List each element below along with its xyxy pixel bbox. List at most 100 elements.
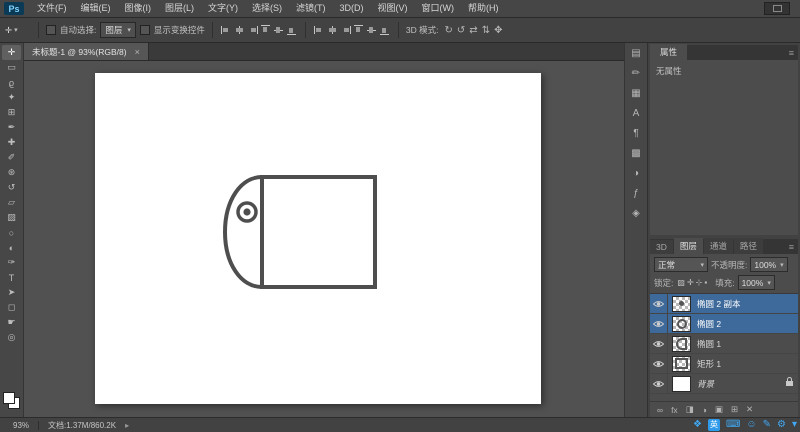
align-bottom-icon[interactable]	[286, 25, 297, 35]
menu-item[interactable]: 选择(S)	[245, 0, 289, 17]
align-right-icon[interactable]	[247, 25, 258, 35]
visibility-cell[interactable]	[650, 294, 668, 313]
distribute-top-icon[interactable]	[353, 25, 364, 35]
dodge-tool[interactable]: ◐	[2, 240, 21, 255]
eye-icon[interactable]	[653, 300, 664, 308]
layer-thumbnail[interactable]	[672, 355, 691, 372]
styles-panel-icon[interactable]: ƒ	[633, 189, 639, 199]
history-brush-tool[interactable]: ↺	[2, 180, 21, 195]
layer-style-icon[interactable]: fx	[671, 405, 678, 415]
distribute-vcenter-icon[interactable]	[366, 25, 377, 35]
menu-item[interactable]: 窗口(W)	[415, 0, 462, 17]
ime-logo-icon[interactable]: ❖	[693, 419, 702, 431]
align-hcenter-icon[interactable]	[234, 25, 245, 35]
3d-slide-icon[interactable]: ⇅	[482, 25, 490, 36]
eyedropper-tool[interactable]: ✒	[2, 120, 21, 135]
ime-keyboard-icon[interactable]: ⌨	[726, 419, 740, 431]
distribute-right-icon[interactable]	[340, 25, 351, 35]
align-vcenter-icon[interactable]	[273, 25, 284, 35]
eye-icon[interactable]	[653, 380, 664, 388]
swatches-panel-icon[interactable]: ▩	[631, 149, 640, 159]
close-icon[interactable]: ×	[135, 47, 140, 57]
blur-tool[interactable]: ○	[2, 225, 21, 240]
3d-drag-icon[interactable]: ⇄	[469, 25, 477, 36]
brush-tool[interactable]: ✐	[2, 150, 21, 165]
eye-icon[interactable]	[653, 340, 664, 348]
type-tool[interactable]: T	[2, 270, 21, 285]
visibility-cell[interactable]	[650, 354, 668, 373]
panel-menu-icon[interactable]: ≡	[789, 48, 798, 60]
tab-图层[interactable]: 图层	[673, 238, 703, 254]
menu-item[interactable]: 文件(F)	[30, 0, 74, 17]
align-left-icon[interactable]	[220, 25, 232, 35]
menu-item[interactable]: 3D(D)	[333, 0, 371, 17]
show-transform-checkbox[interactable]	[139, 25, 150, 35]
visibility-cell[interactable]	[650, 334, 668, 353]
lock-all-icon[interactable]: ▪	[704, 278, 707, 287]
marquee-tool[interactable]: ▭	[2, 60, 21, 75]
menu-item[interactable]: 编辑(E)	[74, 0, 118, 17]
tab-3D[interactable]: 3D	[650, 240, 673, 254]
adjustment-layer-icon[interactable]: ◑	[702, 405, 707, 415]
distribute-hcenter-icon[interactable]	[327, 25, 338, 35]
ime-settings-icon[interactable]: ⚙	[777, 419, 786, 431]
foreground-color-swatch[interactable]	[3, 392, 15, 404]
character-panel-icon[interactable]: A	[633, 109, 640, 119]
layer-group-icon[interactable]: ▣	[715, 404, 723, 415]
layer-row[interactable]: 椭圆 1	[650, 334, 798, 354]
link-layers-icon[interactable]: ∞	[657, 405, 663, 415]
clone-stamp-tool[interactable]: ⊛	[2, 165, 21, 180]
eraser-tool[interactable]: ▱	[2, 195, 21, 210]
ime-more-icon[interactable]: ▾	[792, 419, 797, 431]
history-panel-icon[interactable]: ▤	[631, 49, 640, 59]
clone-source-panel-icon[interactable]: ▦	[631, 89, 640, 99]
menu-item[interactable]: 文字(Y)	[201, 0, 245, 17]
blend-mode-dropdown[interactable]: 正常 ▾	[654, 257, 708, 272]
3d-scale-icon[interactable]: ✥	[494, 25, 502, 36]
distribute-left-icon[interactable]	[313, 25, 325, 35]
color-swatches[interactable]	[3, 392, 20, 409]
eye-icon[interactable]	[653, 360, 664, 368]
auto-select-checkbox[interactable]	[46, 25, 56, 35]
tab-通道[interactable]: 通道	[703, 238, 733, 254]
layer-thumbnail[interactable]	[672, 375, 691, 392]
lock-transparency-icon[interactable]: ▨	[677, 278, 685, 287]
shape-tool[interactable]: ◻	[2, 300, 21, 315]
quick-selection-tool[interactable]: ✦	[2, 90, 21, 105]
lock-pixels-icon[interactable]: ✛	[687, 278, 694, 287]
brush-panel-icon[interactable]: ✏	[632, 69, 640, 79]
layer-row[interactable]: 椭圆 2 副本	[650, 294, 798, 314]
ime-emoji-icon[interactable]: ☺	[746, 419, 756, 431]
layer-thumbnail[interactable]	[672, 295, 691, 312]
delete-layer-icon[interactable]: ✕	[746, 404, 753, 415]
layer-row[interactable]: 椭圆 2	[650, 314, 798, 334]
menu-item[interactable]: 图像(I)	[118, 0, 159, 17]
layer-row[interactable]: 背景	[650, 374, 798, 394]
new-layer-icon[interactable]: ⊞	[731, 404, 738, 415]
status-options-arrow[interactable]: ▸	[125, 421, 129, 430]
ime-lang-toggle[interactable]: 英	[707, 418, 720, 431]
zoom-level[interactable]: 93%	[13, 421, 29, 430]
layer-row[interactable]: 矩形 1	[650, 354, 798, 374]
zoom-tool[interactable]: ◎	[2, 330, 21, 345]
crop-tool[interactable]: ⊞	[2, 105, 21, 120]
layer-thumbnail[interactable]	[672, 315, 691, 332]
panel-menu-icon[interactable]: ≡	[789, 242, 798, 254]
layer-mask-icon[interactable]: ◨	[686, 404, 694, 415]
document-tab[interactable]: 未标题-1 @ 93%(RGB/8) ×	[24, 43, 149, 60]
menu-item[interactable]: 视图(V)	[371, 0, 415, 17]
healing-brush-tool[interactable]: ✚	[2, 135, 21, 150]
tab-路径[interactable]: 路径	[733, 238, 763, 254]
current-tool-preset[interactable]: ✛ ▾	[5, 25, 31, 36]
pen-tool[interactable]: ✑	[2, 255, 21, 270]
hand-tool[interactable]: ☛	[2, 315, 21, 330]
info-panel-icon[interactable]: ◈	[632, 209, 640, 219]
eye-icon[interactable]	[653, 320, 664, 328]
3d-roll-icon[interactable]: ↺	[457, 25, 465, 36]
layer-thumbnail[interactable]	[672, 335, 691, 352]
canvas-area[interactable]	[24, 61, 624, 417]
fill-dropdown[interactable]: 100% ▾	[737, 275, 775, 290]
align-top-icon[interactable]	[260, 25, 271, 35]
document-canvas[interactable]	[95, 73, 541, 404]
adjustments-panel-icon[interactable]: ◑	[633, 169, 639, 179]
